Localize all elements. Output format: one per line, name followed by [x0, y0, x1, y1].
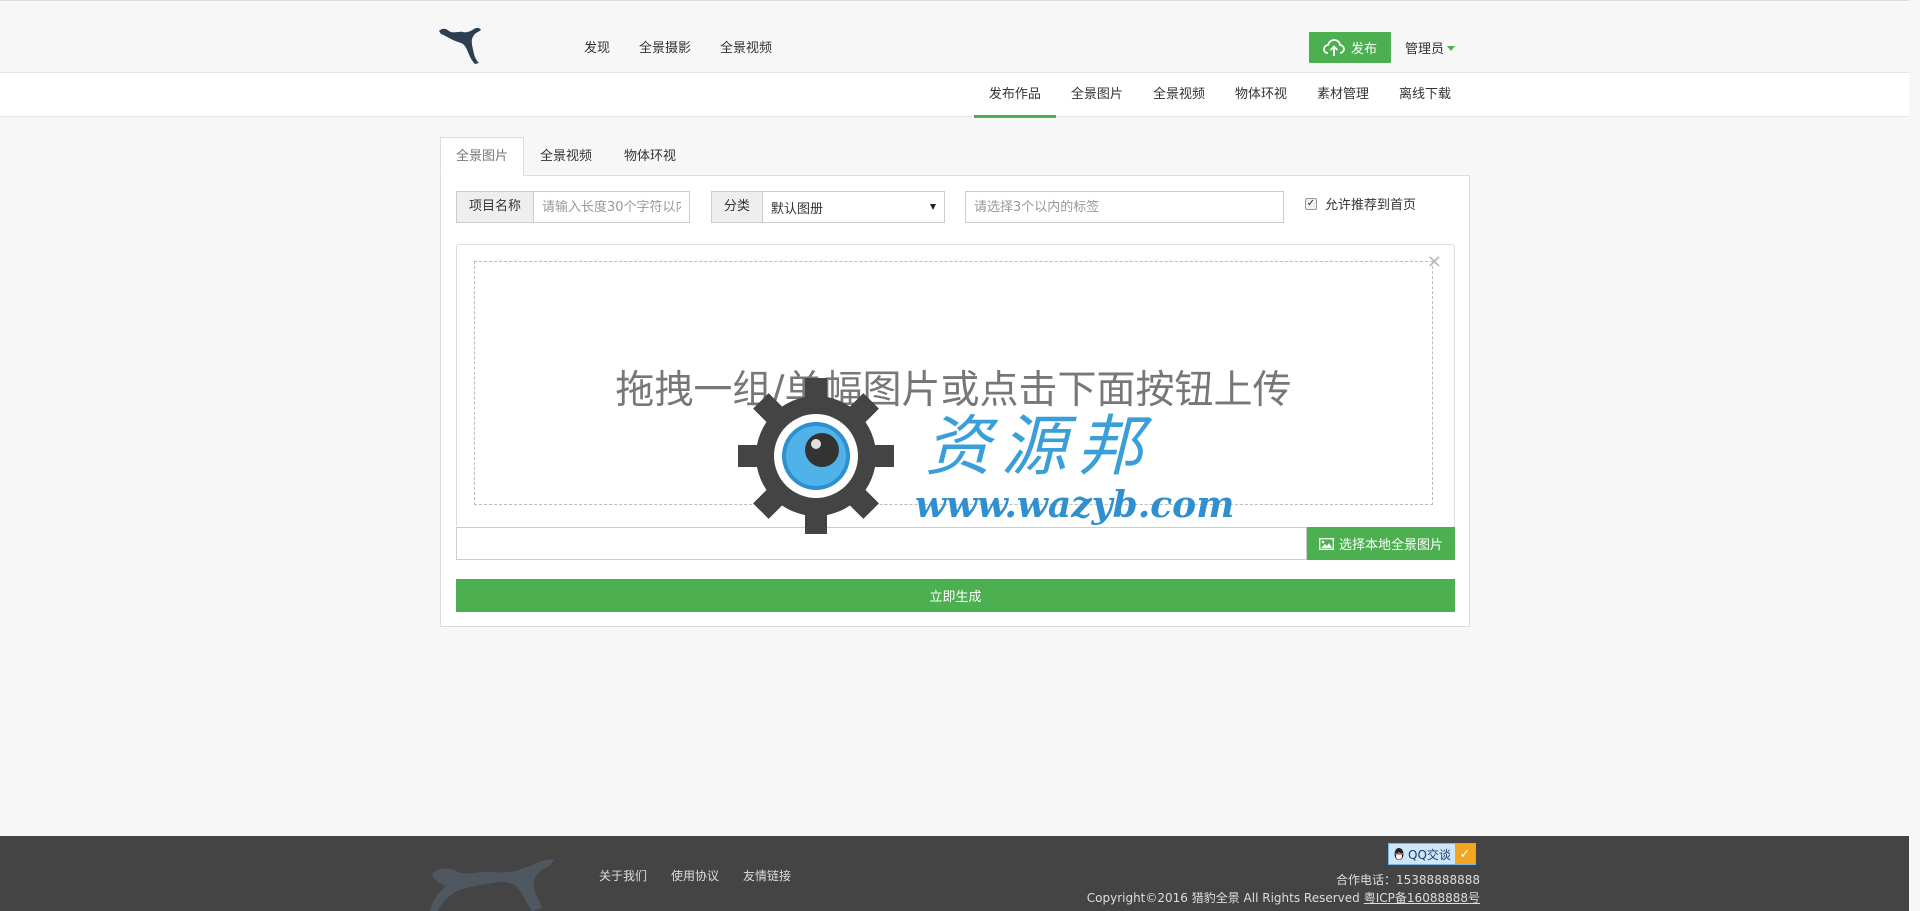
close-icon[interactable]: ✕ — [1427, 254, 1442, 272]
admin-dropdown[interactable]: 管理员 — [1405, 38, 1456, 57]
sub-nav: 发布作品 全景图片 全景视频 物体环视 素材管理 离线下载 — [973, 73, 1466, 118]
qq-chat-left: QQ交谈 — [1389, 844, 1455, 864]
footer: 关于我们 使用协议 友情链接 QQ交谈 ✓ 合作电话：15388888888 C… — [0, 836, 1909, 911]
tags-group — [965, 191, 1284, 223]
recommend-option: ✓ 允许推荐到首页 — [1305, 194, 1416, 213]
main-nav: 发现 全景摄影 全景视频 — [584, 37, 772, 56]
subnav-offline-download[interactable]: 离线下载 — [1384, 73, 1466, 118]
tab-panorama-image[interactable]: 全景图片 — [440, 137, 525, 176]
category-group: 分类 默认图册 — [711, 191, 946, 223]
publish-panel: 项目名称 分类 默认图册 ✓ 允许推荐到首页 拖拽一组/单幅图片或点击下面按钮上… — [440, 175, 1470, 627]
choose-local-image-label: 选择本地全景图片 — [1338, 538, 1443, 553]
project-name-input[interactable] — [533, 191, 691, 223]
drop-zone[interactable]: 拖拽一组/单幅图片或点击下面按钮上传 — [474, 261, 1433, 505]
footer-copyright: Copyright©2016 猎豹全景 All Rights Reserved … — [1087, 889, 1480, 906]
caret-down-icon — [1447, 46, 1456, 51]
file-path-input[interactable] — [456, 527, 1307, 560]
footer-link-friends[interactable]: 友情链接 — [743, 867, 791, 884]
subnav-panorama-images[interactable]: 全景图片 — [1056, 73, 1138, 118]
footer-links: 关于我们 使用协议 友情链接 — [599, 867, 791, 884]
qq-chat-badge[interactable]: QQ交谈 ✓ — [1388, 843, 1476, 865]
upload-area: 拖拽一组/单幅图片或点击下面按钮上传 ✕ — [456, 244, 1455, 528]
top-header: 发现 全景摄影 全景视频 发布 管理员 — [0, 0, 1909, 72]
qq-chat-label: QQ交谈 — [1408, 847, 1451, 862]
tags-input[interactable] — [965, 191, 1284, 223]
tab-panorama-video[interactable]: 全景视频 — [524, 137, 608, 176]
caret-down-icon — [930, 204, 937, 210]
nav-panorama-photo[interactable]: 全景摄影 — [639, 37, 691, 56]
project-name-label: 项目名称 — [456, 191, 534, 223]
admin-label: 管理员 — [1405, 42, 1445, 57]
footer-link-terms[interactable]: 使用协议 — [671, 867, 719, 884]
subnav-asset-management[interactable]: 素材管理 — [1302, 73, 1384, 118]
recommend-label: 允许推荐到首页 — [1325, 198, 1417, 213]
page: 发现 全景摄影 全景视频 发布 管理员 发布作品 全景图片 全景视频 物体环视 … — [0, 0, 1920, 911]
recommend-checkbox[interactable]: ✓ — [1305, 197, 1317, 210]
qq-penguin-icon — [1394, 848, 1404, 860]
puma-logo-icon[interactable] — [437, 25, 483, 65]
category-select[interactable]: 默认图册 — [762, 191, 946, 223]
sub-nav-bar: 发布作品 全景图片 全景视频 物体环视 素材管理 离线下载 — [0, 72, 1909, 118]
publish-button[interactable]: 发布 — [1309, 32, 1391, 63]
nav-panorama-video[interactable]: 全景视频 — [720, 37, 772, 56]
project-name-group: 项目名称 — [456, 191, 691, 223]
generate-now-button[interactable]: 立即生成 — [456, 579, 1455, 612]
image-icon — [1319, 537, 1334, 550]
footer-link-about[interactable]: 关于我们 — [599, 867, 647, 884]
footer-phone: 合作电话：15388888888 — [1336, 873, 1480, 887]
publish-label: 发布 — [1350, 42, 1377, 57]
nav-discover[interactable]: 发现 — [584, 37, 610, 56]
content-tabs: 全景图片 全景视频 物体环视 — [440, 137, 692, 176]
file-select-row: 选择本地全景图片 — [456, 527, 1455, 560]
copyright-text: Copyright©2016 猎豹全景 All Rights Reserved — [1086, 891, 1360, 905]
category-label: 分类 — [711, 191, 763, 223]
category-value: 默认图册 — [771, 201, 824, 217]
cloud-upload-icon — [1323, 38, 1345, 56]
footer-puma-logo-icon — [430, 859, 554, 911]
tab-object-view[interactable]: 物体环视 — [608, 137, 692, 176]
choose-local-image-button[interactable]: 选择本地全景图片 — [1307, 527, 1455, 560]
icp-link[interactable]: 粤ICP备16088888号 — [1364, 889, 1480, 906]
check-icon: ✓ — [1454, 844, 1475, 864]
subnav-panorama-videos[interactable]: 全景视频 — [1138, 73, 1220, 118]
drop-zone-text: 拖拽一组/单幅图片或点击下面按钮上传 — [615, 368, 1292, 413]
subnav-object-view[interactable]: 物体环视 — [1220, 73, 1302, 118]
subnav-publish-work[interactable]: 发布作品 — [973, 73, 1056, 118]
